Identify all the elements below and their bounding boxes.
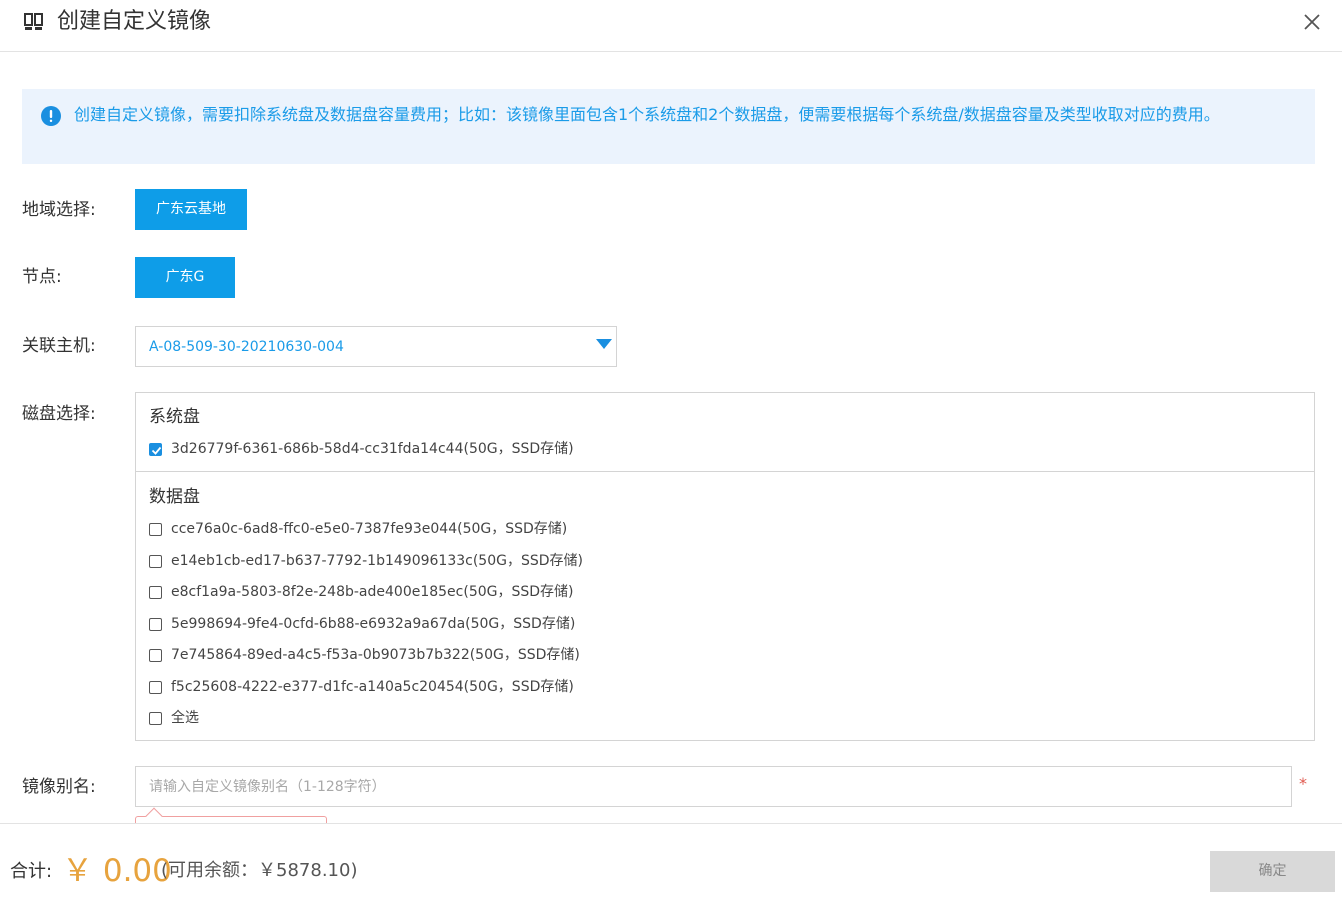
divider [136, 471, 1314, 472]
data-disk-option[interactable]: e14eb1cb-ed17-b637-7792-1b149096133c(50G… [149, 551, 583, 571]
dialog-footer: 合计: ￥ 0.00 (可用余额：￥5878.10) 确定 [0, 823, 1342, 904]
total-amount: ￥ 0.00 [62, 853, 172, 889]
node-option-guangdong-g[interactable]: 广东G [135, 257, 235, 298]
system-disk-label: 3d26779f-6361-686b-58d4-cc31fda14c44(50G… [171, 441, 574, 457]
data-disk-label: 5e998694-9fe4-0cfd-6b88-e6932a9a67da(50G… [171, 616, 576, 632]
data-disk-label: e8cf1a9a-5803-8f2e-248b-ade400e185ec(50G… [171, 584, 574, 600]
region-option-guangdong-cloud[interactable]: 广东云基地 [135, 189, 247, 230]
data-disk-label: e14eb1cb-ed17-b637-7792-1b149096133c(50G… [171, 553, 583, 569]
info-circle-icon [41, 106, 61, 126]
data-disk-option[interactable]: cce76a0c-6ad8-ffc0-e5e0-7387fe93e044(50G… [149, 519, 567, 539]
available-balance: (可用余额：￥5878.10) [161, 860, 358, 881]
checkbox[interactable] [149, 585, 162, 599]
checkbox[interactable] [149, 522, 162, 536]
disk-selection-panel: 系统盘 3d26779f-6361-686b-58d4-cc31fda14c44… [135, 392, 1315, 741]
total-label: 合计: [10, 861, 53, 882]
data-disk-option[interactable]: 5e998694-9fe4-0cfd-6b88-e6932a9a67da(50G… [149, 614, 575, 634]
caret-down-icon [596, 339, 612, 349]
data-disk-option[interactable]: 7e745864-89ed-a4c5-f53a-0b9073b7b322(50G… [149, 645, 580, 665]
checkbox[interactable] [149, 711, 162, 725]
system-disk-title: 系统盘 [149, 407, 200, 427]
disk-label: 磁盘选择: [22, 404, 96, 424]
system-disk-option[interactable]: 3d26779f-6361-686b-58d4-cc31fda14c44(50G… [149, 439, 574, 459]
checkbox-checked[interactable] [149, 442, 162, 456]
select-all-option[interactable]: 全选 [149, 708, 199, 728]
notice-banner: 创建自定义镜像，需要扣除系统盘及数据盘容量费用；比如：该镜像里面包含1个系统盘和… [22, 89, 1315, 164]
data-disk-title: 数据盘 [149, 487, 200, 507]
alias-input[interactable] [135, 766, 1292, 807]
data-disk-label: 7e745864-89ed-a4c5-f53a-0b9073b7b322(50G… [171, 647, 580, 663]
dialog-header: 创建自定义镜像 [0, 0, 1342, 52]
image-stack-icon [24, 13, 43, 30]
host-select[interactable]: A-08-509-30-20210630-004 [135, 326, 617, 367]
data-disk-option[interactable]: f5c25608-4222-e377-d1fc-a140a5c20454(50G… [149, 677, 574, 697]
check-icon [151, 446, 162, 455]
region-label: 地域选择: [22, 200, 96, 220]
select-all-label: 全选 [171, 710, 199, 726]
checkbox[interactable] [149, 617, 162, 631]
data-disk-label: f5c25608-4222-e377-d1fc-a140a5c20454(50G… [171, 679, 574, 695]
data-disk-label: cce76a0c-6ad8-ffc0-e5e0-7387fe93e044(50G… [171, 521, 568, 537]
checkbox[interactable] [149, 648, 162, 662]
tooltip-arrow [145, 807, 163, 825]
alias-label: 镜像别名: [22, 777, 96, 797]
checkbox[interactable] [149, 554, 162, 568]
host-label: 关联主机: [22, 336, 96, 356]
notice-text: 创建自定义镜像，需要扣除系统盘及数据盘容量费用；比如：该镜像里面包含1个系统盘和… [74, 105, 1220, 124]
node-label: 节点: [22, 267, 62, 287]
host-select-value: A-08-509-30-20210630-004 [149, 339, 344, 355]
data-disk-option[interactable]: e8cf1a9a-5803-8f2e-248b-ade400e185ec(50G… [149, 582, 574, 602]
close-icon[interactable] [1300, 10, 1324, 34]
dialog-title: 创建自定义镜像 [57, 9, 212, 34]
confirm-button[interactable]: 确定 [1210, 851, 1335, 892]
required-mark: * [1299, 774, 1307, 793]
checkbox[interactable] [149, 680, 162, 694]
